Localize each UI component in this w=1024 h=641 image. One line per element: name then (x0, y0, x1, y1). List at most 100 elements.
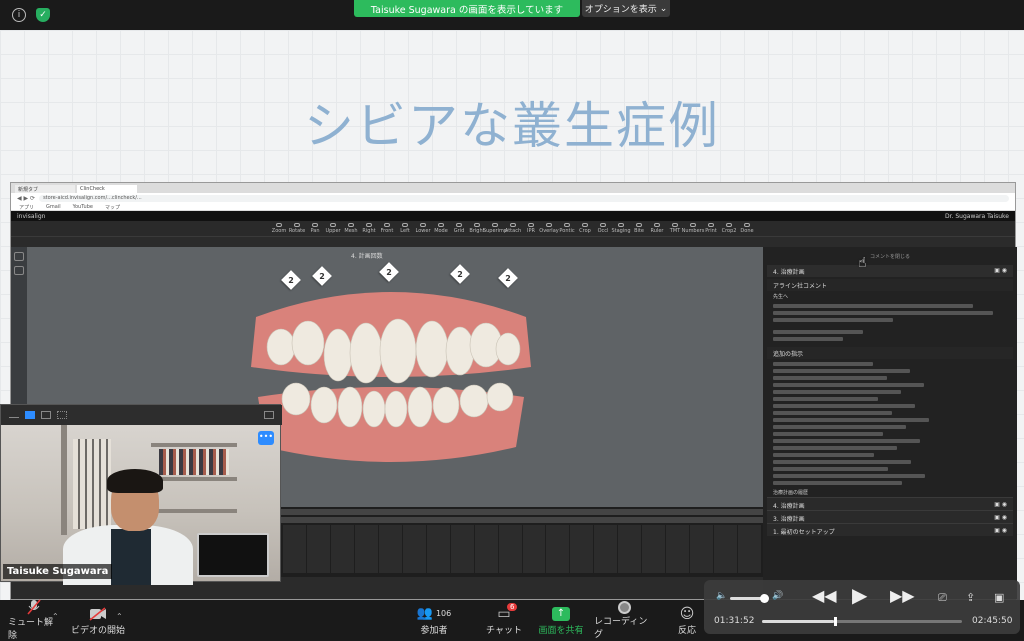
comment-text-line (773, 304, 973, 308)
toolbar-tool-superimp[interactable]: Superimp (483, 223, 507, 234)
toolbar-tool-bright[interactable]: Bright (469, 223, 485, 234)
fast-forward-icon[interactable]: ▶▶ (890, 586, 915, 605)
toolbar-tool-staging[interactable]: Staging (611, 223, 631, 234)
timeline-cell (474, 557, 498, 565)
timeline-cell (546, 541, 570, 549)
participant-video-tile[interactable]: ••• Taisuke Sugawara (0, 404, 282, 585)
comment-text-line (773, 474, 925, 478)
timeline-cell (378, 533, 402, 541)
plan-section[interactable]: 1. 最初のセットアップ ▣ ◉ (767, 523, 1013, 536)
tool-label: Rotate (288, 228, 306, 234)
participants-button[interactable]: 👥 106 参加者 (410, 600, 458, 640)
strip-view-icon[interactable] (41, 411, 51, 419)
toolbar-tool-zoom[interactable]: Zoom (272, 223, 286, 234)
dental-arch-model (251, 292, 531, 462)
timeline-cell (378, 549, 402, 557)
panel-top-label: コメントを閉じる (869, 254, 910, 260)
browser-url-bar: ◀ ▶ ⟳ store-aicd.invisalign.com/...clinc… (11, 193, 1015, 203)
plan-section[interactable]: 4. 治療計画 ▣ ◉ (767, 497, 1013, 510)
toolbar-tool-upper[interactable]: Upper (325, 223, 341, 234)
airplay-icon[interactable]: ⎚ (938, 591, 947, 605)
nav-arrows-icon: ◀ ▶ ⟳ (17, 194, 36, 202)
play-icon[interactable]: ▶ (852, 583, 867, 607)
participants-label: 参加者 (420, 625, 448, 636)
toolbar-tool-rotate[interactable]: Rotate (289, 223, 305, 234)
toolbar-tool-pontic[interactable]: Pontic (559, 223, 575, 234)
info-icon[interactable]: i (12, 8, 26, 22)
browser-tab-strip: 新規タブ ClinCheck (11, 183, 1015, 193)
playback-knob[interactable] (833, 617, 837, 626)
tool-label: Front (380, 228, 394, 234)
tool-label: Overlay (539, 228, 559, 234)
timeline-cell (330, 541, 354, 549)
grid-view-icon[interactable] (57, 411, 67, 419)
tool-icon (456, 223, 462, 227)
chat-button[interactable]: ▭ 6 チャット (480, 600, 528, 640)
timeline-cell (283, 557, 306, 565)
toolbar-tool-ruler[interactable]: Ruler (651, 223, 663, 234)
timeline-cell (498, 565, 522, 573)
comment-text-line (773, 460, 911, 464)
toolbar-tool-crop[interactable]: Crop (579, 223, 591, 234)
single-view-icon[interactable] (25, 411, 35, 419)
tool-label: Left (400, 228, 410, 234)
timeline-row (281, 525, 763, 533)
toolbar-tool-left[interactable]: Left (400, 223, 410, 234)
start-video-label: ビデオの開始 (70, 625, 125, 636)
playback-scrubber[interactable] (762, 617, 962, 626)
reactions-button[interactable]: ☺ 反応 (672, 600, 702, 640)
plan-section[interactable]: 3. 治療計画 ▣ ◉ (767, 510, 1013, 523)
plan-section-label: 4. 治療計画 (773, 503, 805, 510)
view-options-button[interactable]: オプションを表示 ⌄ (582, 0, 670, 17)
toolbar-tool-ipr[interactable]: IPR (527, 223, 536, 234)
tool-icon (276, 223, 282, 227)
timeline-cell (474, 549, 498, 557)
toolbar-tool-grid[interactable]: Grid (454, 223, 464, 234)
rewind-icon[interactable]: ◀◀ (812, 586, 837, 605)
tool-icon (708, 223, 714, 227)
chevron-up-icon[interactable]: ⌃ (116, 612, 123, 621)
toolbar-tool-lower[interactable]: Lower (416, 223, 431, 234)
comment-text-line (773, 453, 874, 457)
toolbar-tool-overlay[interactable]: Overlay (539, 223, 559, 234)
toolbar-tool-attach[interactable]: Attach (505, 223, 521, 234)
timeline-cell (378, 525, 402, 533)
toolbar-tool-mesh[interactable]: Mesh (344, 223, 358, 234)
record-button[interactable]: レコーディング (594, 600, 654, 640)
timeline-cell (714, 525, 738, 533)
hand-cursor-icon: ☝ (858, 255, 867, 271)
toolbar-tool-crop2[interactable]: Crop2 (722, 223, 736, 234)
toolbar-tool-right[interactable]: Right (362, 223, 376, 234)
more-options-button[interactable]: ••• (258, 431, 274, 445)
share-icon[interactable]: ⇪ (966, 591, 975, 604)
toolbar-tool-done[interactable]: Done (740, 223, 754, 234)
tool-icon (690, 223, 696, 227)
timeline-cell (738, 525, 762, 533)
toolbar-tool-front[interactable]: Front (380, 223, 394, 234)
exit-fullscreen-icon[interactable] (264, 411, 274, 419)
timeline-cell (354, 525, 378, 533)
volume-high-icon: 🔊 (772, 591, 784, 601)
shield-icon[interactable]: ✓ (36, 8, 50, 22)
chevron-down-icon: ⌄ (659, 3, 668, 14)
toolbar-tool-bite[interactable]: Bite (634, 223, 644, 234)
toolbar-tool-mode[interactable]: Mode (434, 223, 448, 234)
minimize-icon[interactable] (9, 417, 19, 419)
tool-label: Right (362, 228, 376, 234)
doctor-name: Dr. Sugawara Taisuke (945, 212, 1009, 220)
toolbar-tool-numbers[interactable]: Numbers (682, 223, 704, 234)
toolbar-tool-print[interactable]: Print (705, 223, 717, 234)
toolbar-tool-tmt[interactable]: TMT (670, 223, 680, 234)
microphone-muted-icon (23, 599, 45, 615)
volume-slider[interactable] (730, 597, 764, 600)
share-screen-button[interactable]: ↑ 画面を共有 (536, 600, 586, 640)
timeline-cell (738, 565, 762, 573)
toolbar-tool-occl[interactable]: Occl (598, 223, 608, 234)
volume-knob[interactable] (760, 594, 769, 603)
plan-section-label: 3. 治療計画 (773, 516, 805, 523)
chevron-up-icon[interactable]: ⌃ (52, 612, 59, 621)
toolbar-tool-pan[interactable]: Pan (310, 223, 320, 234)
picture-in-picture-icon[interactable]: ▣ (994, 591, 1004, 604)
timeline-cell (666, 565, 690, 573)
timeline-cell (402, 557, 426, 565)
